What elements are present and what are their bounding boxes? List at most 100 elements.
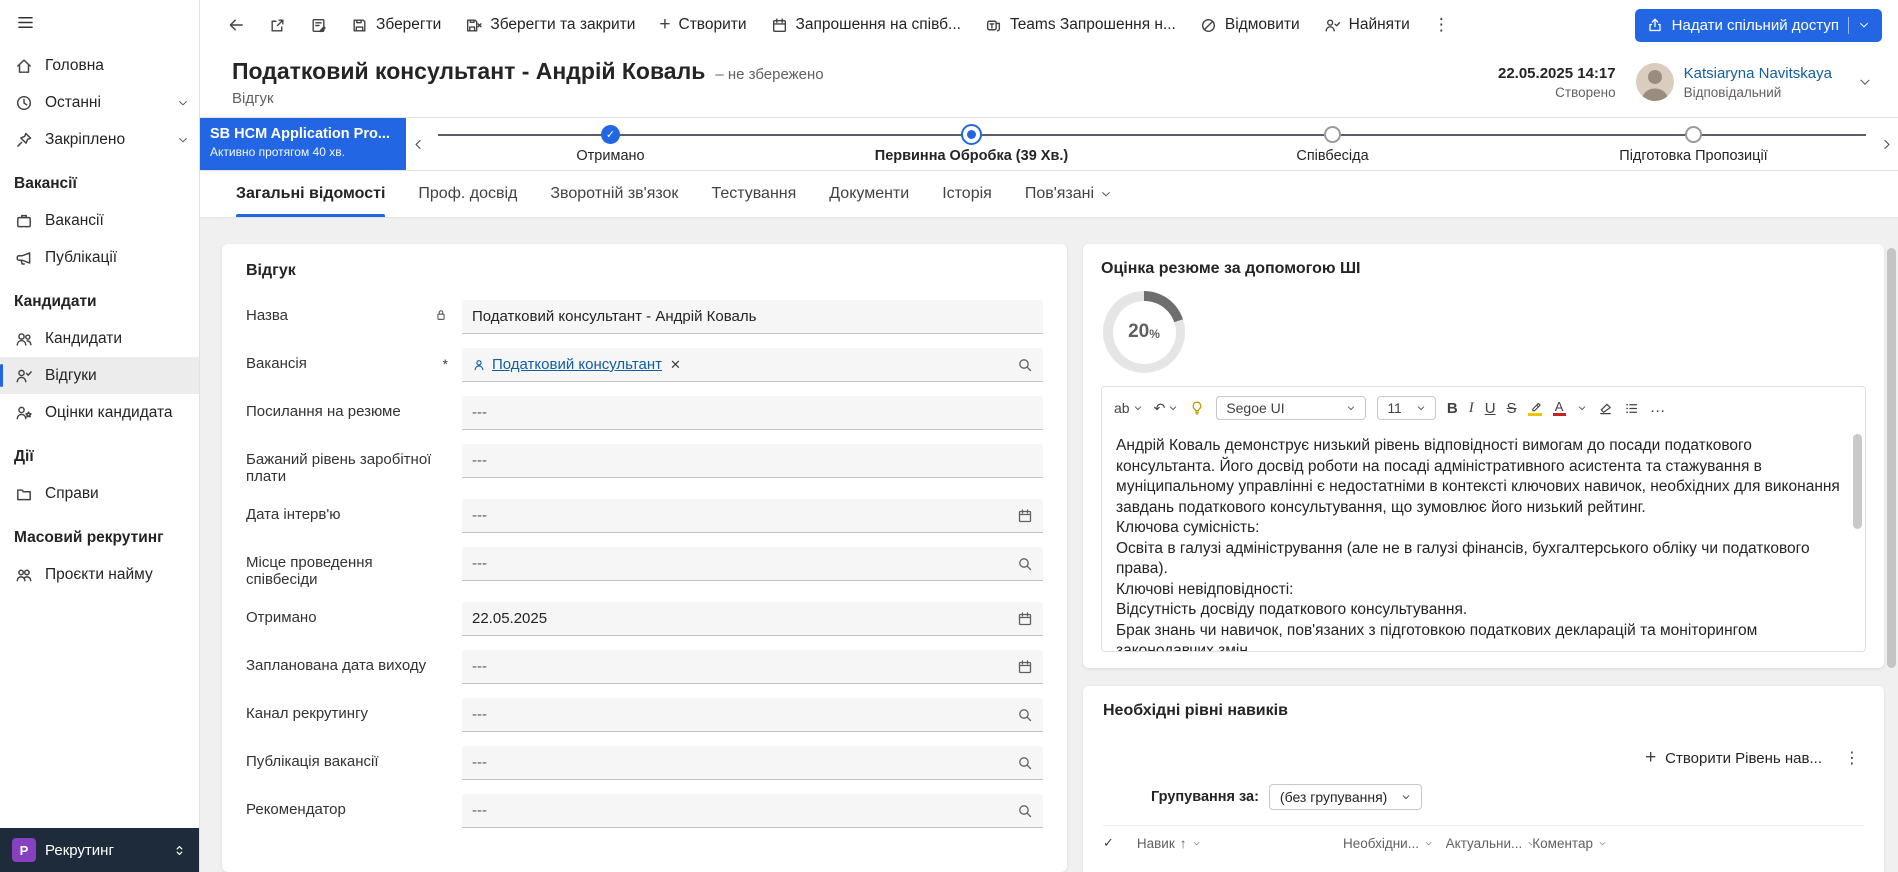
planned-start-field[interactable]: --- (462, 650, 1043, 684)
bold-button[interactable]: B (1447, 400, 1458, 417)
sidebar-item-recent[interactable]: Останні (0, 84, 199, 121)
bullet-list-icon[interactable] (1624, 401, 1639, 416)
megaphone-icon (14, 249, 34, 267)
sidebar-item-pinned[interactable]: Закріплено (0, 121, 199, 158)
tab-experience[interactable]: Проф. досвід (418, 171, 517, 217)
collapse-header-chevron[interactable] (1858, 75, 1872, 89)
grouping-select[interactable]: (без групування) (1268, 784, 1423, 810)
bpf-stage-interview[interactable]: Співбесіда (1152, 123, 1513, 170)
bpf-stage-offer-preparation[interactable]: Підготовка Пропозиції (1513, 123, 1874, 170)
undo-button[interactable]: ↶ (1154, 400, 1179, 417)
reject-button[interactable]: Відмовити (1189, 9, 1311, 41)
tab-general[interactable]: Загальні відомості (236, 171, 386, 217)
teams-invite-button[interactable]: Teams Запрошення н... (974, 9, 1187, 41)
font-family-select[interactable]: Segoe UI (1216, 396, 1367, 420)
more-options-icon[interactable]: … (1650, 399, 1667, 417)
sidebar-item-vacancies[interactable]: Вакансії (0, 202, 199, 239)
bpf-stage-received[interactable]: ✓ Отримано (430, 123, 791, 170)
vacancy-publication-field[interactable]: --- (462, 746, 1043, 780)
sidebar-item-publications[interactable]: Публікації (0, 239, 199, 276)
search-icon[interactable] (1017, 803, 1033, 819)
editor-content[interactable]: Андрій Коваль демонструє низький рівень … (1102, 427, 1865, 651)
interview-invite-button[interactable]: Запрошення на співб... (760, 9, 972, 41)
search-icon[interactable] (1017, 556, 1033, 572)
lookup-chip-link[interactable]: Податковий консультант (492, 356, 662, 373)
column-header-actual[interactable]: Актуальни... (1446, 836, 1533, 851)
sidebar-item-cases[interactable]: Справи (0, 475, 199, 512)
vacancy-lookup-field[interactable]: Податковий консультант ✕ (462, 348, 1043, 382)
desired-salary-field[interactable]: --- (462, 444, 1043, 478)
editor-scrollbar[interactable] (1853, 434, 1862, 529)
owner-name[interactable]: Katsiaryna Navitskaya (1684, 65, 1832, 82)
chevron-down-icon[interactable] (1577, 403, 1587, 413)
sidebar-item-hiring-projects[interactable]: Проєкти найму (0, 556, 199, 593)
strikethrough-button[interactable]: S (1507, 400, 1517, 417)
sidebar-item-home[interactable]: Головна (0, 47, 199, 84)
bpf-process-box[interactable]: SB HCM Application Pro... Активно протяг… (200, 118, 406, 170)
hire-button[interactable]: Найняти (1313, 9, 1421, 41)
new-record-button[interactable]: + Створити (648, 9, 757, 41)
sidebar-item-candidate-ratings[interactable]: Оцінки кандидата (0, 394, 199, 431)
bpf-scroll-left-button[interactable] (406, 118, 430, 170)
column-header-comment[interactable]: Коментар (1532, 836, 1864, 851)
interview-date-field[interactable]: --- (462, 499, 1043, 533)
tab-feedback[interactable]: Зворотній зв'язок (550, 171, 678, 217)
tab-documents[interactable]: Документи (829, 171, 909, 217)
hamburger-menu-button[interactable] (0, 0, 199, 47)
highlight-button[interactable] (1527, 400, 1542, 416)
more-commands-button[interactable]: ⋮ (1423, 8, 1460, 42)
form-switcher-button[interactable] (299, 10, 338, 41)
font-color-button[interactable]: A (1552, 400, 1566, 416)
tab-related[interactable]: Пов'язані (1025, 171, 1112, 217)
received-date-field[interactable]: 22.05.2025 (462, 602, 1043, 636)
popout-button[interactable] (258, 10, 297, 41)
column-header-required[interactable]: Необхідни... (1343, 836, 1446, 851)
sidebar-item-label: Головна (45, 56, 104, 74)
save-and-close-button[interactable]: Зберегти та закрити (454, 9, 646, 41)
column-header-skill[interactable]: Навик ↑ (1137, 836, 1343, 851)
lookup-chip[interactable]: Податковий консультант ✕ (472, 356, 1009, 373)
area-switcher[interactable]: P Рекрутинг (0, 828, 199, 872)
recruiting-channel-field[interactable]: --- (462, 698, 1043, 732)
italic-button[interactable]: I (1469, 400, 1474, 417)
calendar-icon[interactable] (1017, 659, 1033, 675)
search-icon[interactable] (1017, 357, 1033, 373)
select-all-checkbox[interactable]: ✓ (1103, 835, 1137, 851)
resume-link-field[interactable]: --- (462, 396, 1043, 430)
chevron-down-icon[interactable] (1192, 839, 1201, 848)
hire-label: Найняти (1348, 16, 1410, 33)
back-button[interactable] (216, 9, 256, 41)
interview-location-field[interactable]: --- (462, 547, 1043, 581)
clear-format-icon[interactable] (1598, 401, 1613, 416)
name-field[interactable]: Податковий консультант - Андрій Коваль (462, 300, 1043, 334)
tab-testing[interactable]: Тестування (711, 171, 796, 217)
sidebar-item-responses[interactable]: Відгуки (0, 357, 199, 394)
idea-icon[interactable] (1189, 400, 1205, 416)
remove-chip-icon[interactable]: ✕ (668, 357, 683, 373)
chevron-down-icon[interactable] (177, 134, 189, 146)
page-scrollbar[interactable] (1887, 248, 1896, 668)
owner-field[interactable]: Katsiaryna Navitskaya Відповідальний (1635, 63, 1832, 101)
format-painter-button[interactable]: ab (1114, 400, 1143, 416)
chevron-down-icon[interactable] (177, 97, 189, 109)
font-size-select[interactable]: 11 (1377, 396, 1436, 420)
chevron-down-icon[interactable] (1424, 839, 1433, 848)
chevron-down-icon[interactable] (1598, 839, 1607, 848)
create-skill-level-button[interactable]: + Створити Рівень нав... (1645, 748, 1822, 767)
underline-button[interactable]: U (1485, 400, 1496, 417)
save-button[interactable]: Зберегти (340, 9, 452, 41)
more-commands-icon[interactable]: ⋮ (1844, 748, 1860, 768)
search-icon[interactable] (1017, 755, 1033, 771)
sidebar-item-candidates[interactable]: Кандидати (0, 320, 199, 357)
tab-history[interactable]: Історія (942, 171, 992, 217)
bpf-stage-primary-processing[interactable]: Первинна Обробка (39 Хв.) (791, 123, 1152, 170)
field-row-received: Отримано 22.05.2025 (246, 602, 1043, 636)
bpf-scroll-right-button[interactable] (1874, 118, 1898, 170)
search-icon[interactable] (1017, 707, 1033, 723)
share-button[interactable]: Надати спільний доступ (1634, 8, 1882, 42)
calendar-icon[interactable] (1017, 508, 1033, 524)
calendar-icon[interactable] (1017, 611, 1033, 627)
chevron-down-icon[interactable] (1858, 19, 1870, 31)
field-value: --- (472, 754, 487, 771)
referrer-field[interactable]: --- (462, 794, 1043, 828)
